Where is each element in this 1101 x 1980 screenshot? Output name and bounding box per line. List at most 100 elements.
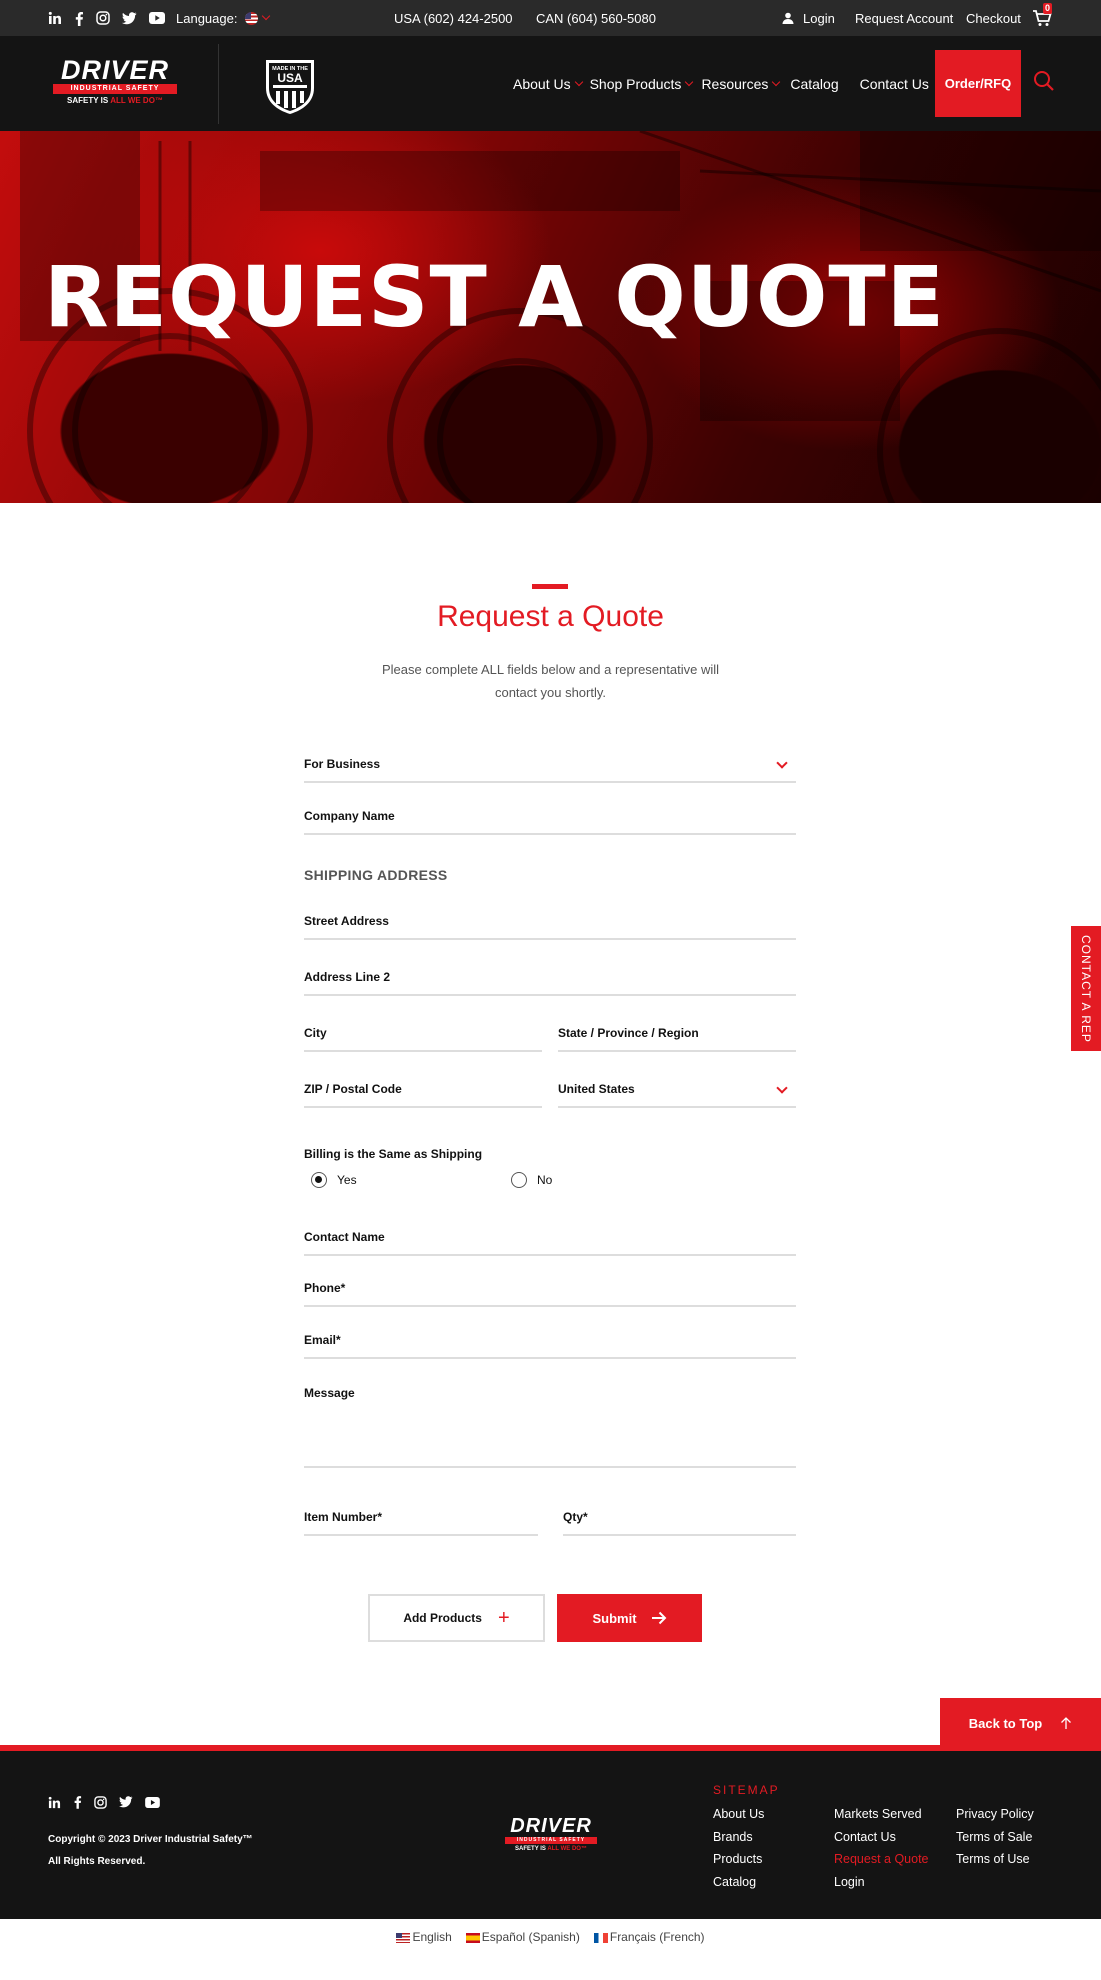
- footer-link-contact-us[interactable]: Contact Us: [834, 1826, 929, 1849]
- title-accent-bar: [532, 584, 568, 589]
- footer-logo[interactable]: DRIVER INDUSTRIAL SAFETY SAFETY IS ALL W…: [505, 1816, 597, 1854]
- customer-type-select[interactable]: For Business: [304, 747, 796, 783]
- request-account-link[interactable]: Request Account: [855, 0, 953, 36]
- message-field[interactable]: Message: [304, 1382, 796, 1468]
- billing-yes-radio[interactable]: Yes: [311, 1172, 357, 1188]
- search-icon[interactable]: [1033, 70, 1055, 92]
- form-title: Request a Quote: [437, 600, 664, 633]
- nav-shop-products[interactable]: Shop Products: [590, 76, 694, 92]
- linkedin-icon[interactable]: [48, 11, 62, 25]
- add-products-button[interactable]: Add Products +: [368, 1594, 545, 1642]
- nav-contact-us[interactable]: Contact Us: [860, 76, 929, 92]
- cart-button[interactable]: 0: [1032, 0, 1056, 36]
- zip-field[interactable]: ZIP / Postal Code: [304, 1072, 542, 1108]
- site-footer: Copyright © 2023 Driver Industrial Safet…: [0, 1751, 1101, 1919]
- footer-link-brands[interactable]: Brands: [713, 1826, 764, 1849]
- chevron-down-icon: [574, 77, 583, 86]
- made-in-usa-badge: MADE IN THE USA: [266, 60, 314, 114]
- nav-catalog[interactable]: Catalog: [790, 76, 838, 92]
- arrow-up-icon: [1061, 1717, 1072, 1729]
- footer-link-about-us[interactable]: About Us: [713, 1803, 764, 1826]
- item-number-field[interactable]: Item Number*: [304, 1500, 538, 1536]
- copyright-text: Copyright © 2023 Driver Industrial Safet…: [48, 1834, 253, 1867]
- language-french[interactable]: Français (French): [593, 1930, 705, 1944]
- language-selector[interactable]: Language:: [176, 0, 271, 36]
- language-spanish[interactable]: Español (Spanish): [465, 1930, 580, 1944]
- address-line2-field[interactable]: Address Line 2: [304, 960, 796, 996]
- phone-usa[interactable]: USA (602) 424-2500: [394, 0, 513, 36]
- shipping-address-heading: SHIPPING ADDRESS: [304, 867, 448, 883]
- radio-selected-icon: [311, 1172, 327, 1188]
- footer-link-terms-of-use[interactable]: Terms of Use: [956, 1848, 1034, 1871]
- language-english[interactable]: English: [396, 1930, 452, 1944]
- qty-field[interactable]: Qty*: [563, 1500, 796, 1536]
- chevron-down-icon: [685, 77, 694, 86]
- social-links: [48, 0, 165, 36]
- logo-tagline: SAFETY IS ALL WE DO™: [67, 96, 163, 105]
- youtube-icon[interactable]: [145, 1796, 160, 1808]
- sitemap-column-1: About Us Brands Products Catalog: [713, 1803, 764, 1894]
- hero-title: REQUEST A QUOTE: [44, 248, 946, 346]
- state-field[interactable]: State / Province / Region: [558, 1016, 796, 1052]
- footer-link-login[interactable]: Login: [834, 1871, 929, 1894]
- footer-link-catalog[interactable]: Catalog: [713, 1871, 764, 1894]
- france-flag-icon: [593, 1932, 608, 1943]
- svg-text:USA: USA: [277, 71, 303, 85]
- spain-flag-icon: [465, 1932, 480, 1943]
- twitter-icon[interactable]: [122, 11, 137, 25]
- customer-type-value: For Business: [304, 757, 381, 771]
- order-rfq-button[interactable]: Order/RFQ: [935, 50, 1021, 117]
- logo-wordmark: DRIVER: [60, 55, 169, 85]
- site-logo[interactable]: DRIVER INDUSTRIAL SAFETY SAFETY IS ALL W…: [53, 57, 177, 107]
- facebook-icon[interactable]: [73, 1795, 82, 1809]
- billing-no-radio[interactable]: No: [511, 1172, 552, 1188]
- email-field[interactable]: Email*: [304, 1323, 796, 1359]
- country-select[interactable]: United States: [558, 1072, 796, 1108]
- chevron-down-icon: [772, 77, 781, 86]
- sitemap-column-2: Markets Served Contact Us Request a Quot…: [834, 1803, 929, 1894]
- form-intro: Please complete ALL fields below and a r…: [382, 662, 719, 700]
- youtube-icon[interactable]: [149, 12, 165, 24]
- header-divider: [218, 44, 219, 124]
- login-label: Login: [803, 10, 835, 26]
- footer-link-products[interactable]: Products: [713, 1848, 764, 1871]
- submit-button[interactable]: Submit: [557, 1594, 702, 1642]
- contact-name-field[interactable]: Contact Name: [304, 1220, 796, 1256]
- primary-nav: About Us Shop Products Resources Catalog…: [513, 36, 929, 131]
- footer-link-markets-served[interactable]: Markets Served: [834, 1803, 929, 1826]
- language-label: Language:: [176, 10, 238, 26]
- facebook-icon[interactable]: [74, 11, 84, 26]
- chevron-down-icon: [262, 11, 271, 21]
- logo-subtitle: INDUSTRIAL SAFETY: [53, 84, 177, 94]
- chevron-down-icon: [776, 757, 788, 769]
- street-address-field[interactable]: Street Address: [304, 904, 796, 940]
- back-to-top-button[interactable]: Back to Top: [940, 1698, 1101, 1748]
- footer-link-request-quote[interactable]: Request a Quote: [834, 1848, 929, 1871]
- nav-about-us[interactable]: About Us: [513, 76, 583, 92]
- chevron-down-icon: [776, 1082, 788, 1094]
- phone-canada[interactable]: CAN (604) 560-5080: [536, 0, 656, 36]
- company-name-field[interactable]: Company Name: [304, 799, 796, 835]
- plus-icon: +: [497, 1606, 510, 1629]
- footer-link-terms-of-sale[interactable]: Terms of Sale: [956, 1826, 1034, 1849]
- hero-banner: REQUEST A QUOTE: [0, 131, 1101, 503]
- instagram-icon[interactable]: [94, 1795, 107, 1809]
- cart-count-badge: 0: [1043, 3, 1053, 14]
- user-icon: [782, 12, 794, 24]
- us-flag-icon: [245, 11, 259, 25]
- footer-social-links: [48, 1795, 160, 1809]
- billing-same-label: Billing is the Same as Shipping: [304, 1147, 483, 1161]
- phone-field[interactable]: Phone*: [304, 1271, 796, 1307]
- city-field[interactable]: City: [304, 1016, 542, 1052]
- login-link[interactable]: Login: [782, 0, 835, 36]
- linkedin-icon[interactable]: [48, 1796, 61, 1809]
- checkout-link[interactable]: Checkout: [966, 0, 1021, 36]
- nav-resources[interactable]: Resources: [701, 76, 781, 92]
- instagram-icon[interactable]: [96, 11, 110, 25]
- twitter-icon[interactable]: [119, 1796, 133, 1808]
- top-utility-bar: Language: USA (602) 424-2500 CAN (604) 5…: [0, 0, 1101, 36]
- footer-link-privacy-policy[interactable]: Privacy Policy: [956, 1803, 1034, 1826]
- radio-unselected-icon: [511, 1172, 527, 1188]
- us-flag-icon: [396, 1932, 411, 1943]
- contact-a-rep-tab[interactable]: CONTACT A REP: [1071, 926, 1101, 1051]
